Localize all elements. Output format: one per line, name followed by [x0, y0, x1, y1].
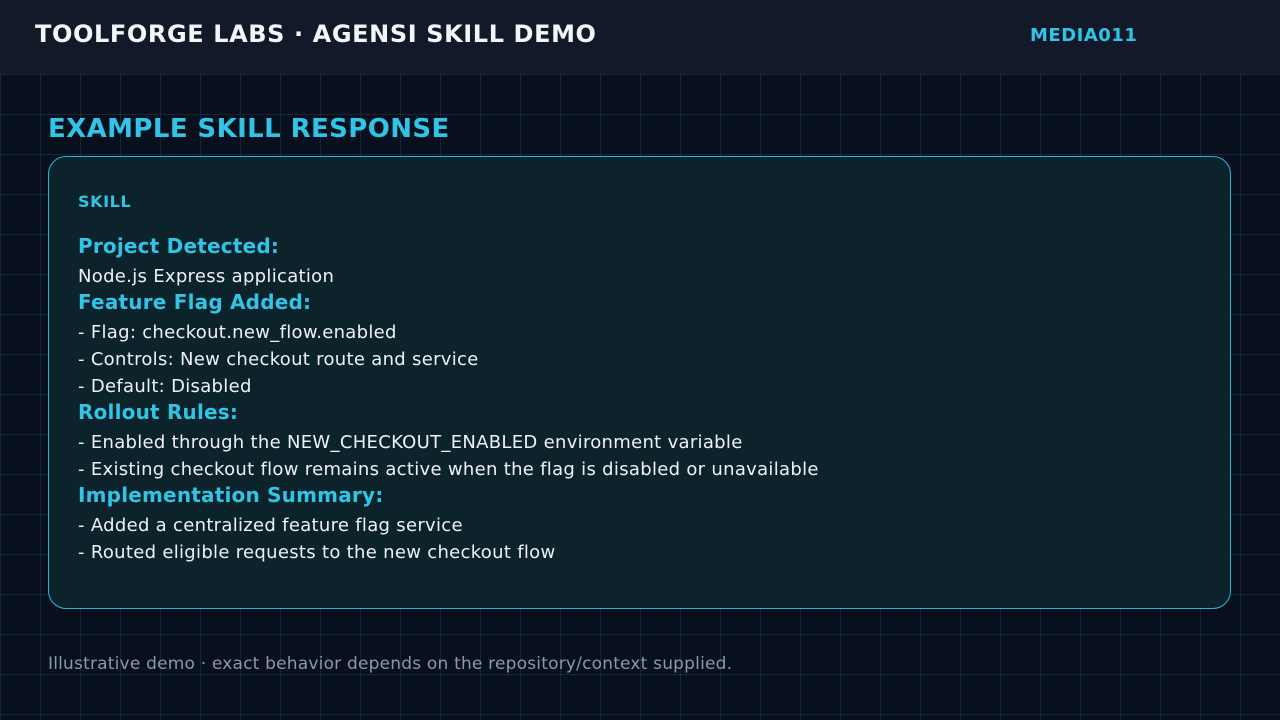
response-section: Rollout Rules: - Enabled through the NEW_… — [78, 400, 1210, 483]
section-heading: Rollout Rules: — [78, 400, 239, 424]
card-label: SKILL — [78, 192, 132, 211]
top-bar: TOOLFORGE LABS · AGENSI SKILL DEMO MEDIA… — [0, 0, 1280, 74]
section-heading: Feature Flag Added: — [78, 290, 312, 314]
section-heading: Project Detected: — [78, 234, 280, 258]
section-lines: - Enabled through the NEW_CHECKOUT_ENABL… — [78, 429, 1210, 483]
section-line: - Controls: New checkout route and servi… — [78, 349, 479, 370]
section-line: - Flag: checkout.new_flow.enabled — [78, 322, 397, 343]
section-line: Node.js Express application — [78, 266, 335, 287]
app-title: TOOLFORGE LABS · AGENSI SKILL DEMO — [35, 20, 597, 48]
skill-response-card: SKILL Project Detected: Node.js Express a… — [48, 156, 1231, 609]
response-section: Project Detected: Node.js Express applica… — [78, 234, 1210, 290]
response-section: Feature Flag Added: - Flag: checkout.new_… — [78, 290, 1210, 400]
section-line: - Routed eligible requests to the new ch… — [78, 542, 556, 563]
section-line: - Enabled through the NEW_CHECKOUT_ENABL… — [78, 432, 743, 453]
footer-note: Illustrative demo · exact behavior depen… — [48, 654, 733, 674]
card-body: Project Detected: Node.js Express applica… — [78, 234, 1210, 566]
section-line: - Added a centralized feature flag servi… — [78, 515, 463, 536]
section-lines: Node.js Express application — [78, 263, 1210, 290]
response-section: Implementation Summary: - Added a central… — [78, 483, 1210, 566]
section-lines: - Flag: checkout.new_flow.enabled - Contr… — [78, 319, 1210, 400]
section-line: - Default: Disabled — [78, 376, 252, 397]
section-heading: Implementation Summary: — [78, 483, 384, 507]
section-line: - Existing checkout flow remains active … — [78, 459, 819, 480]
page-title: EXAMPLE SKILL RESPONSE — [48, 114, 450, 144]
section-lines: - Added a centralized feature flag servi… — [78, 512, 1210, 566]
media-id-label: MEDIA011 — [1030, 25, 1138, 46]
